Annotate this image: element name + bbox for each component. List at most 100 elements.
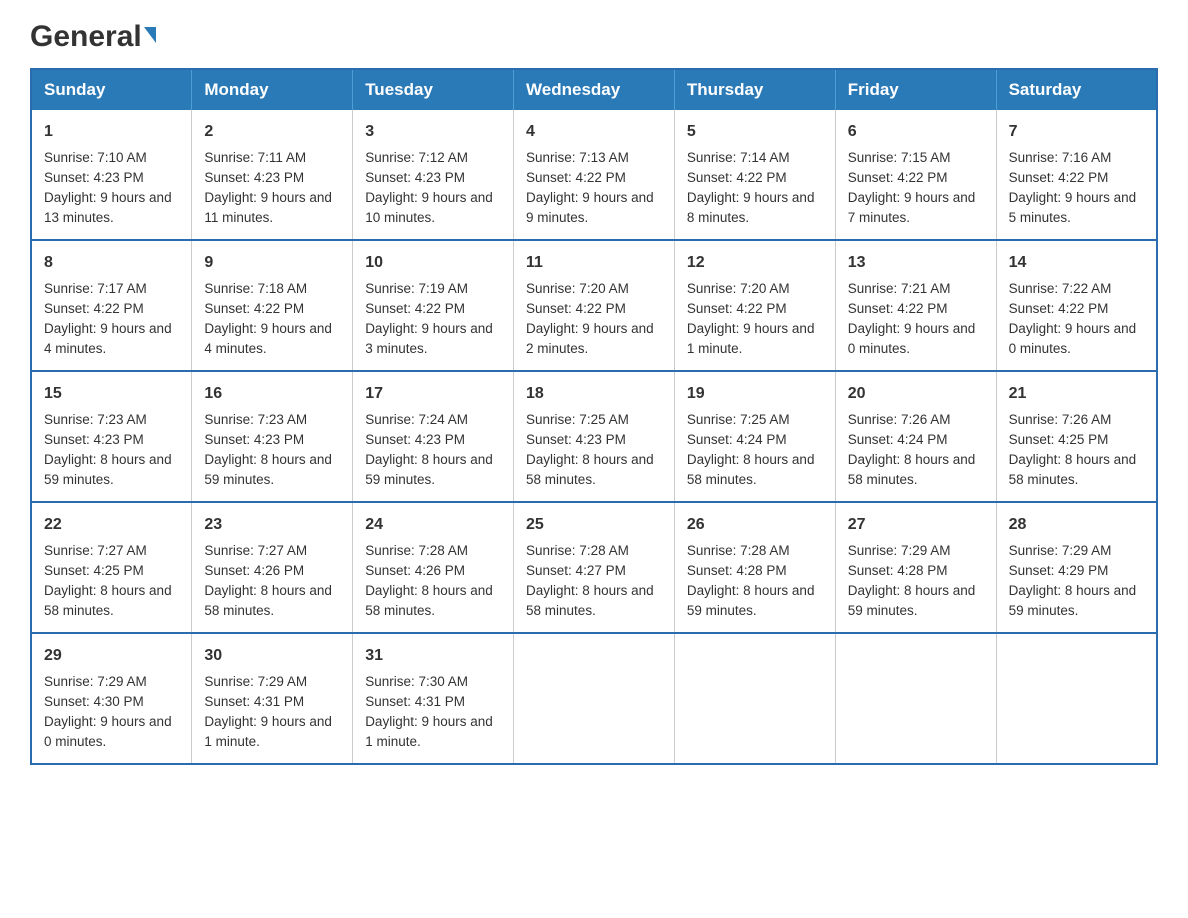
sunset-text: Sunset: 4:22 PM (365, 301, 465, 316)
day-header-saturday: Saturday (996, 69, 1157, 110)
sunrise-text: Sunrise: 7:13 AM (526, 150, 629, 165)
sunset-text: Sunset: 4:30 PM (44, 694, 144, 709)
day-number: 31 (365, 644, 501, 668)
sunset-text: Sunset: 4:23 PM (526, 432, 626, 447)
day-cell-30: 30Sunrise: 7:29 AMSunset: 4:31 PMDayligh… (192, 633, 353, 764)
daylight-text: Daylight: 9 hours and 11 minutes. (204, 190, 332, 225)
daylight-text: Daylight: 8 hours and 58 minutes. (44, 583, 172, 618)
daylight-text: Daylight: 9 hours and 3 minutes. (365, 321, 493, 356)
sunrise-text: Sunrise: 7:21 AM (848, 281, 951, 296)
sunset-text: Sunset: 4:24 PM (687, 432, 787, 447)
day-cell-4: 4Sunrise: 7:13 AMSunset: 4:22 PMDaylight… (514, 110, 675, 240)
day-number: 11 (526, 251, 662, 275)
day-cell-31: 31Sunrise: 7:30 AMSunset: 4:31 PMDayligh… (353, 633, 514, 764)
daylight-text: Daylight: 9 hours and 1 minute. (365, 714, 493, 749)
daylight-text: Daylight: 8 hours and 58 minutes. (526, 583, 654, 618)
page-header: General (30, 20, 1158, 50)
daylight-text: Daylight: 9 hours and 13 minutes. (44, 190, 172, 225)
sunset-text: Sunset: 4:22 PM (848, 301, 948, 316)
day-number: 7 (1009, 120, 1144, 144)
logo-main: General (30, 20, 156, 50)
sunset-text: Sunset: 4:22 PM (44, 301, 144, 316)
sunrise-text: Sunrise: 7:22 AM (1009, 281, 1112, 296)
sunrise-text: Sunrise: 7:24 AM (365, 412, 468, 427)
sunset-text: Sunset: 4:22 PM (687, 301, 787, 316)
day-cell-14: 14Sunrise: 7:22 AMSunset: 4:22 PMDayligh… (996, 240, 1157, 371)
day-cell-24: 24Sunrise: 7:28 AMSunset: 4:26 PMDayligh… (353, 502, 514, 633)
empty-cell (674, 633, 835, 764)
daylight-text: Daylight: 8 hours and 59 minutes. (44, 452, 172, 487)
sunset-text: Sunset: 4:22 PM (526, 170, 626, 185)
daylight-text: Daylight: 9 hours and 0 minutes. (44, 714, 172, 749)
day-cell-23: 23Sunrise: 7:27 AMSunset: 4:26 PMDayligh… (192, 502, 353, 633)
day-cell-1: 1Sunrise: 7:10 AMSunset: 4:23 PMDaylight… (31, 110, 192, 240)
day-cell-22: 22Sunrise: 7:27 AMSunset: 4:25 PMDayligh… (31, 502, 192, 633)
sunset-text: Sunset: 4:26 PM (204, 563, 304, 578)
day-number: 3 (365, 120, 501, 144)
day-cell-26: 26Sunrise: 7:28 AMSunset: 4:28 PMDayligh… (674, 502, 835, 633)
daylight-text: Daylight: 9 hours and 9 minutes. (526, 190, 654, 225)
day-number: 6 (848, 120, 984, 144)
sunset-text: Sunset: 4:22 PM (204, 301, 304, 316)
sunset-text: Sunset: 4:29 PM (1009, 563, 1109, 578)
daylight-text: Daylight: 8 hours and 59 minutes. (365, 452, 493, 487)
sunrise-text: Sunrise: 7:12 AM (365, 150, 468, 165)
sunset-text: Sunset: 4:23 PM (44, 432, 144, 447)
sunrise-text: Sunrise: 7:10 AM (44, 150, 147, 165)
daylight-text: Daylight: 9 hours and 2 minutes. (526, 321, 654, 356)
day-cell-12: 12Sunrise: 7:20 AMSunset: 4:22 PMDayligh… (674, 240, 835, 371)
sunset-text: Sunset: 4:22 PM (687, 170, 787, 185)
day-header-sunday: Sunday (31, 69, 192, 110)
empty-cell (514, 633, 675, 764)
logo: General (30, 20, 156, 50)
day-cell-3: 3Sunrise: 7:12 AMSunset: 4:23 PMDaylight… (353, 110, 514, 240)
sunset-text: Sunset: 4:28 PM (848, 563, 948, 578)
daylight-text: Daylight: 8 hours and 59 minutes. (848, 583, 976, 618)
daylight-text: Daylight: 9 hours and 1 minute. (687, 321, 815, 356)
day-cell-17: 17Sunrise: 7:24 AMSunset: 4:23 PMDayligh… (353, 371, 514, 502)
logo-general-text: General (30, 20, 156, 55)
sunrise-text: Sunrise: 7:29 AM (1009, 543, 1112, 558)
day-cell-9: 9Sunrise: 7:18 AMSunset: 4:22 PMDaylight… (192, 240, 353, 371)
daylight-text: Daylight: 9 hours and 1 minute. (204, 714, 332, 749)
sunrise-text: Sunrise: 7:18 AM (204, 281, 307, 296)
day-cell-27: 27Sunrise: 7:29 AMSunset: 4:28 PMDayligh… (835, 502, 996, 633)
daylight-text: Daylight: 9 hours and 7 minutes. (848, 190, 976, 225)
day-header-thursday: Thursday (674, 69, 835, 110)
day-number: 27 (848, 513, 984, 537)
day-cell-8: 8Sunrise: 7:17 AMSunset: 4:22 PMDaylight… (31, 240, 192, 371)
daylight-text: Daylight: 8 hours and 58 minutes. (687, 452, 815, 487)
calendar-table: SundayMondayTuesdayWednesdayThursdayFrid… (30, 68, 1158, 765)
day-number: 12 (687, 251, 823, 275)
day-cell-7: 7Sunrise: 7:16 AMSunset: 4:22 PMDaylight… (996, 110, 1157, 240)
sunrise-text: Sunrise: 7:20 AM (526, 281, 629, 296)
sunrise-text: Sunrise: 7:29 AM (44, 674, 147, 689)
day-number: 16 (204, 382, 340, 406)
sunset-text: Sunset: 4:26 PM (365, 563, 465, 578)
sunset-text: Sunset: 4:22 PM (1009, 170, 1109, 185)
sunrise-text: Sunrise: 7:11 AM (204, 150, 306, 165)
sunrise-text: Sunrise: 7:28 AM (526, 543, 629, 558)
empty-cell (996, 633, 1157, 764)
day-number: 29 (44, 644, 179, 668)
day-number: 25 (526, 513, 662, 537)
day-number: 10 (365, 251, 501, 275)
sunset-text: Sunset: 4:31 PM (365, 694, 465, 709)
sunset-text: Sunset: 4:25 PM (1009, 432, 1109, 447)
sunrise-text: Sunrise: 7:23 AM (44, 412, 147, 427)
daylight-text: Daylight: 8 hours and 59 minutes. (1009, 583, 1137, 618)
day-number: 5 (687, 120, 823, 144)
week-row-5: 29 Sunrise: 7:29 AM Sunset: 4:30 PM Dayligh… (31, 633, 1157, 764)
day-cell-29: 29 Sunrise: 7:29 AM Sunset: 4:30 PM Dayligh… (31, 633, 192, 764)
daylight-text: Daylight: 9 hours and 4 minutes. (204, 321, 332, 356)
day-number: 28 (1009, 513, 1144, 537)
sunrise-text: Sunrise: 7:19 AM (365, 281, 468, 296)
day-header-wednesday: Wednesday (514, 69, 675, 110)
day-number: 8 (44, 251, 179, 275)
day-number: 14 (1009, 251, 1144, 275)
day-number: 30 (204, 644, 340, 668)
logo-arrow-icon (144, 27, 156, 43)
day-cell-13: 13Sunrise: 7:21 AMSunset: 4:22 PMDayligh… (835, 240, 996, 371)
day-header-tuesday: Tuesday (353, 69, 514, 110)
day-cell-5: 5Sunrise: 7:14 AMSunset: 4:22 PMDaylight… (674, 110, 835, 240)
